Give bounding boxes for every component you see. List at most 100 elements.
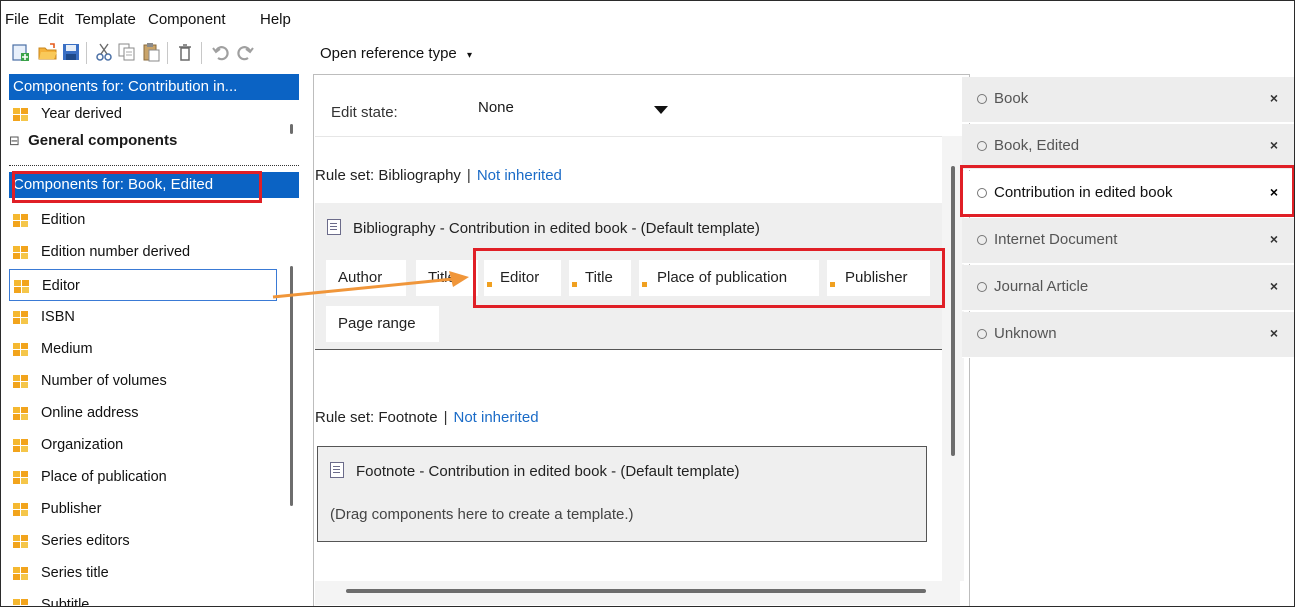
menu-help[interactable]: Help xyxy=(260,11,291,28)
component-icon xyxy=(13,214,28,227)
menu-bar: File Edit Template Component Help xyxy=(1,1,1294,34)
ruleset-footnote: Rule set: Footnote | Not inherited xyxy=(315,409,539,426)
chip-label: Editor xyxy=(500,269,540,286)
scrollbar-thumb[interactable] xyxy=(290,266,293,506)
list-item-series-title[interactable]: Series title xyxy=(9,557,279,589)
components-pane: Components for: Contribution in... Year … xyxy=(9,74,307,606)
new-icon[interactable] xyxy=(11,42,31,62)
component-icon xyxy=(13,343,28,356)
list-item-label: Number of volumes xyxy=(41,373,167,389)
reference-type-internet-document[interactable]: Internet Document × xyxy=(962,218,1294,264)
reference-type-book-edited[interactable]: Book, Edited × xyxy=(962,124,1294,170)
open-folder-icon[interactable] xyxy=(38,42,58,62)
paste-icon[interactable] xyxy=(141,42,161,62)
list-item-subtitle[interactable]: Subtitle xyxy=(9,589,279,606)
ruleset-separator: | xyxy=(466,167,471,184)
close-icon[interactable]: × xyxy=(1270,137,1278,153)
open-reference-type-button[interactable]: Open reference type ▾ xyxy=(320,45,472,62)
scrollbar-thumb-top[interactable] xyxy=(290,124,293,134)
document-icon xyxy=(327,219,341,235)
undo-icon[interactable] xyxy=(211,42,231,62)
list-item-isbn[interactable]: ISBN xyxy=(9,301,279,333)
cut-icon[interactable] xyxy=(94,42,114,62)
chip-author[interactable]: Author xyxy=(326,260,406,296)
list-item-number-of-volumes[interactable]: Number of volumes xyxy=(9,365,279,397)
ruleset-bibliography: Rule set: Bibliography | Not inherited xyxy=(315,167,562,184)
component-icon xyxy=(13,311,28,324)
list-item-label: Series editors xyxy=(41,533,130,549)
list-item-place-of-publication[interactable]: Place of publication xyxy=(9,461,279,493)
not-inherited-link[interactable]: Not inherited xyxy=(477,167,562,184)
component-icon xyxy=(13,407,28,420)
list-item-online-address[interactable]: Online address xyxy=(9,397,279,429)
close-icon[interactable]: × xyxy=(1270,231,1278,247)
edit-state-dropdown[interactable]: None xyxy=(474,93,678,125)
vertical-scrollbar-thumb[interactable] xyxy=(951,166,955,456)
reference-type-label: Contribution in edited book xyxy=(994,184,1173,201)
chip-publisher[interactable]: Publisher xyxy=(827,260,930,296)
toolbar-separator xyxy=(167,42,168,64)
component-marker-icon xyxy=(572,282,577,287)
reference-type-unknown[interactable]: Unknown × xyxy=(962,312,1294,358)
component-marker-icon xyxy=(487,282,492,287)
not-inherited-link[interactable]: Not inherited xyxy=(453,409,538,426)
close-icon[interactable]: × xyxy=(1270,90,1278,106)
copy-icon[interactable] xyxy=(117,42,137,62)
list-item-label: Place of publication xyxy=(41,469,167,485)
reference-type-journal-article[interactable]: Journal Article × xyxy=(962,265,1294,311)
list-item-label: Organization xyxy=(41,437,124,453)
list-item-publisher[interactable]: Publisher xyxy=(9,493,279,525)
ruleset-label: Rule set: Bibliography xyxy=(315,167,461,184)
toolbar-separator xyxy=(86,42,87,64)
list-item-medium[interactable]: Medium xyxy=(9,333,279,365)
chip-label: Title xyxy=(428,269,456,286)
collapse-icon[interactable]: ⊟ xyxy=(9,133,20,148)
close-icon[interactable]: × xyxy=(1270,184,1278,200)
chip-title-2[interactable]: Title xyxy=(569,260,631,296)
chevron-down-icon: ▾ xyxy=(466,50,472,61)
chip-page-range[interactable]: Page range xyxy=(326,306,439,342)
menu-template[interactable]: Template xyxy=(75,11,136,28)
template-title-text: Footnote - Contribution in edited book -… xyxy=(356,463,740,480)
reference-type-label: Book xyxy=(994,90,1029,107)
chip-label: Page range xyxy=(338,315,416,332)
menu-edit[interactable]: Edit xyxy=(38,11,64,28)
chip-label: Title xyxy=(585,269,613,286)
component-icon xyxy=(13,535,28,548)
reference-type-label: Internet Document xyxy=(994,231,1118,248)
list-item-label: Edition number derived xyxy=(41,244,191,260)
list-item-label: Edition xyxy=(41,212,86,228)
list-item-series-editors[interactable]: Series editors xyxy=(9,525,279,557)
chip-editor[interactable]: Editor xyxy=(484,260,561,296)
list-item-edition-number-derived[interactable]: Edition number derived xyxy=(9,236,279,268)
close-icon[interactable]: × xyxy=(1270,325,1278,341)
component-marker-icon xyxy=(642,282,647,287)
close-icon[interactable]: × xyxy=(1270,278,1278,294)
save-icon[interactable] xyxy=(61,42,81,62)
delete-icon[interactable] xyxy=(175,42,195,62)
reference-types-list: Book × Book, Edited × Contribution in ed… xyxy=(962,74,1294,364)
redo-icon[interactable] xyxy=(235,42,255,62)
general-components-group[interactable]: ⊟ General components xyxy=(9,132,279,149)
component-icon xyxy=(13,471,28,484)
list-item-edition[interactable]: Edition xyxy=(9,204,279,236)
list-item-editor[interactable]: Editor xyxy=(9,269,277,301)
chip-place-of-publication[interactable]: Place of publication xyxy=(639,260,819,296)
reference-type-label: Book, Edited xyxy=(994,137,1080,154)
component-icon xyxy=(13,599,28,605)
menu-component[interactable]: Component xyxy=(148,11,226,28)
component-icon xyxy=(13,246,28,259)
reference-type-book[interactable]: Book × xyxy=(962,77,1294,123)
menu-file[interactable]: File xyxy=(5,11,29,28)
chip-title[interactable]: Title xyxy=(416,260,478,296)
component-icon xyxy=(14,280,29,293)
group-label: General components xyxy=(28,132,178,149)
list-item-label: Publisher xyxy=(41,501,102,517)
horizontal-scrollbar-thumb[interactable] xyxy=(346,589,926,593)
chip-label: Place of publication xyxy=(657,269,788,286)
reference-type-contribution-in-edited-book[interactable]: Contribution in edited book × xyxy=(962,171,1294,217)
list-item-label: Year derived xyxy=(41,106,122,122)
list-item-label: ISBN xyxy=(41,309,75,325)
list-item-year-derived[interactable]: Year derived xyxy=(9,98,279,130)
list-item-organization[interactable]: Organization xyxy=(9,429,279,461)
